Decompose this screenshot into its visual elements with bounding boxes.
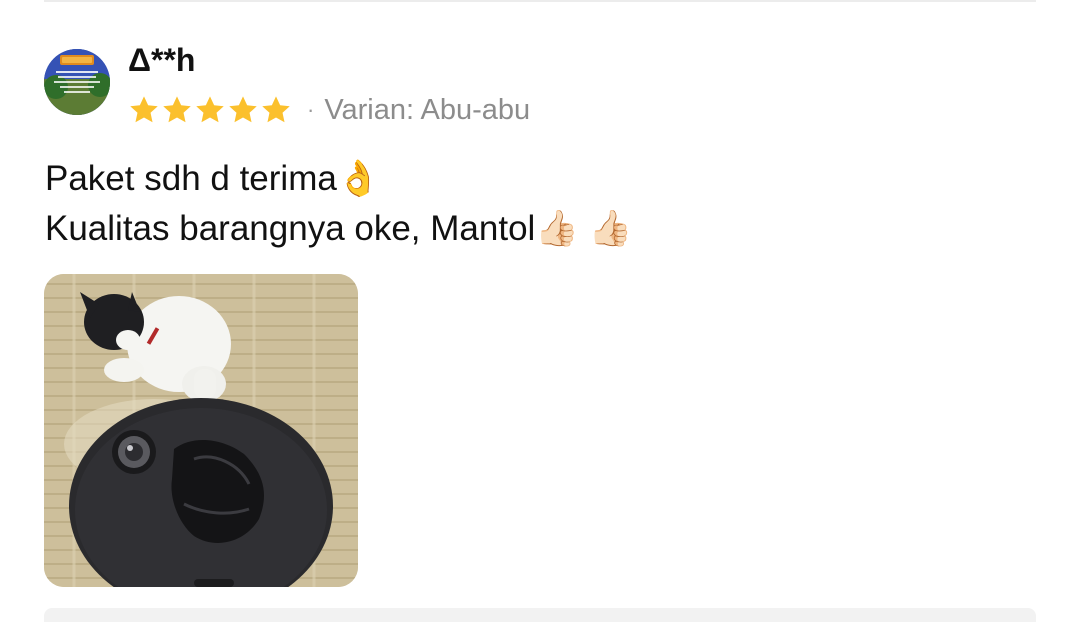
rating-row: · Varian: Abu-abu (128, 90, 530, 130)
review-text-line: Paket sdh d terima👌 (45, 159, 381, 198)
avatar-image-icon (44, 49, 110, 115)
star-icon (196, 96, 224, 123)
variant-label: Varian: Abu-abu (324, 94, 531, 126)
bottom-section-divider (44, 608, 1036, 622)
review-photo-image-icon (44, 274, 358, 587)
top-divider (44, 0, 1036, 2)
star-rating (128, 94, 293, 126)
review-text: Paket sdh d terima👌 Kualitas barangnya o… (45, 154, 632, 254)
star-icon (130, 96, 158, 123)
star-icon (163, 96, 191, 123)
separator-dot: · (307, 97, 315, 122)
review-card: Δ**h · Varian: Abu-abu Paket sdh d terim… (0, 0, 1080, 622)
user-avatar[interactable] (44, 49, 110, 115)
star-icon (262, 96, 290, 123)
star-icon (229, 96, 257, 123)
reviewer-name: Δ**h (128, 42, 196, 78)
review-photo[interactable] (44, 274, 358, 587)
review-text-line: Kualitas barangnya oke, Mantol👍🏻 👍🏻 (45, 209, 633, 248)
